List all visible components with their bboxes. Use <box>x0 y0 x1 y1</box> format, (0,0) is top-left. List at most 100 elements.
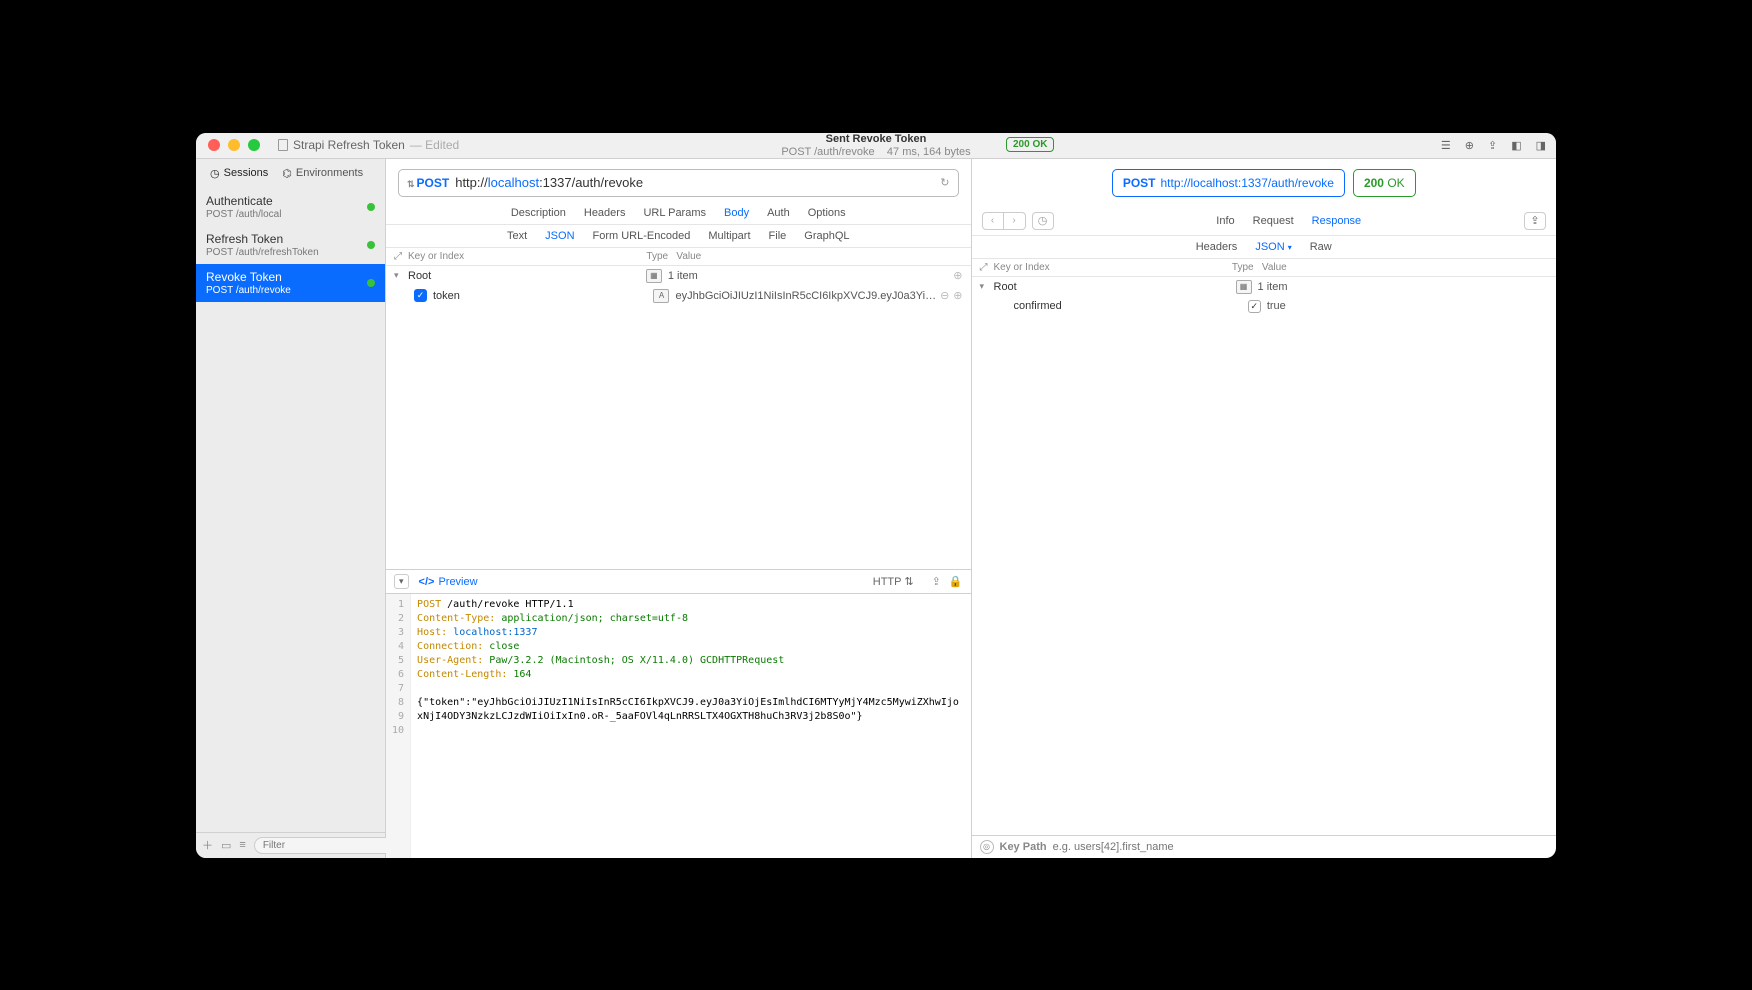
response-view-tabs: Info Request Response <box>1054 215 1525 227</box>
body-empty-area <box>386 306 971 570</box>
remove-row-button[interactable]: ⊖ <box>940 289 949 302</box>
code-content[interactable]: POST /auth/revoke HTTP/1.1Content-Type: … <box>411 594 970 858</box>
subtab-text[interactable]: Text <box>507 230 527 242</box>
http-method[interactable]: POST <box>407 176 449 190</box>
project-title: Strapi Refresh Token — Edited <box>278 138 459 152</box>
lock-icon[interactable]: 🔒 <box>949 575 963 588</box>
preview-mode-dropdown[interactable]: ▾ <box>394 574 409 589</box>
tab-body[interactable]: Body <box>724 207 749 219</box>
project-name: Strapi Refresh Token <box>293 138 405 152</box>
add-group-button[interactable]: ▭ <box>221 839 231 852</box>
history-forward-button[interactable]: › <box>1004 212 1026 230</box>
sessions-tab[interactable]: ◷Sessions <box>210 167 268 180</box>
body-table-header: ⤢ Key or Index Type Value <box>386 248 971 266</box>
request-item-refresh-token[interactable]: Refresh Token POST /auth/refreshToken <box>196 226 385 264</box>
send-request-icon[interactable]: ↻ <box>940 176 949 189</box>
status-badge: 200 OK <box>1006 137 1054 152</box>
clock-icon: ◷ <box>210 167 220 180</box>
url-text: http://localhost:1337/auth/revoke <box>455 175 643 190</box>
sidebar-bottom-bar: ＋ ▭ ≡ <box>196 832 385 858</box>
tab-headers[interactable]: Headers <box>584 207 626 219</box>
filter-input[interactable] <box>254 837 404 854</box>
zoom-window-button[interactable] <box>248 139 260 151</box>
close-window-button[interactable] <box>208 139 220 151</box>
body-root-row[interactable]: ▾ Root ▦ 1 item ⊕ <box>386 266 971 286</box>
add-row-button[interactable]: ⊕ <box>953 289 962 302</box>
disclosure-triangle-icon[interactable]: ▾ <box>394 270 408 281</box>
string-type-icon: A <box>653 289 669 303</box>
subtab-json[interactable]: JSON <box>545 230 574 242</box>
status-dot <box>367 241 375 249</box>
subtab-graphql[interactable]: GraphQL <box>804 230 849 242</box>
content-area: ◷Sessions ⌬Environments Authenticate POS… <box>196 159 1556 858</box>
resp-tab-response[interactable]: Response <box>1312 215 1362 227</box>
export-button[interactable]: ⇪ <box>1524 212 1546 230</box>
chevron-down-icon: ▾ <box>1288 243 1292 252</box>
tab-description[interactable]: Description <box>511 207 566 219</box>
object-type-icon: ▦ <box>1236 280 1252 294</box>
sort-button[interactable]: ≡ <box>239 839 245 851</box>
request-list: Authenticate POST /auth/local Refresh To… <box>196 188 385 832</box>
resp-tab-request[interactable]: Request <box>1253 215 1294 227</box>
resp-tab-info[interactable]: Info <box>1216 215 1234 227</box>
raw-request-preview: 12345678910 POST /auth/revoke HTTP/1.1Co… <box>386 594 971 858</box>
tab-url-params[interactable]: URL Params <box>643 207 706 219</box>
response-url-badge: POST http://localhost:1337/auth/revoke <box>1112 169 1345 197</box>
add-row-button[interactable]: ⊕ <box>953 269 962 282</box>
response-status-pill: 200 OK <box>1353 169 1416 197</box>
share-icon[interactable]: ⇪ <box>1488 139 1497 152</box>
preview-label[interactable]: Preview <box>438 576 477 588</box>
body-token-row[interactable]: ✓ token A eyJhbGciOiJIUzI1NiIsInR5cCI6Ik… <box>386 286 971 306</box>
url-bar[interactable]: POST http://localhost:1337/auth/revoke ↻ <box>398 169 959 197</box>
boolean-type-icon: ✓ <box>1248 300 1261 313</box>
add-request-button[interactable]: ＋ <box>202 837 213 853</box>
resp-subtab-raw[interactable]: Raw <box>1310 241 1332 253</box>
request-item-authenticate[interactable]: Authenticate POST /auth/local <box>196 188 385 226</box>
settings-icon[interactable]: ☰ <box>1441 139 1451 152</box>
disclosure-triangle-icon[interactable]: ▾ <box>980 281 994 292</box>
tab-auth[interactable]: Auth <box>767 207 790 219</box>
minimize-window-button[interactable] <box>228 139 240 151</box>
enabled-checkbox[interactable]: ✓ <box>414 289 427 302</box>
request-tabs: Description Headers URL Params Body Auth… <box>386 207 971 225</box>
target-icon[interactable]: ◎ <box>980 840 994 854</box>
response-root-row[interactable]: ▾ Root ▦ 1 item <box>972 277 1557 297</box>
keypath-bar: ◎ Key Path <box>972 835 1557 858</box>
expand-all-icon[interactable]: ⤢ <box>980 262 994 273</box>
sidebar-tabs: ◷Sessions ⌬Environments <box>196 159 385 188</box>
resp-subtab-json[interactable]: JSON ▾ <box>1255 241 1291 253</box>
layers-icon: ⌬ <box>282 167 292 180</box>
sidebar: ◷Sessions ⌬Environments Authenticate POS… <box>196 159 386 858</box>
line-gutter: 12345678910 <box>386 594 411 858</box>
body-type-tabs: Text JSON Form URL-Encoded Multipart Fil… <box>386 225 971 248</box>
panel-left-icon[interactable]: ◧ <box>1511 139 1521 152</box>
copy-icon[interactable]: ⇪ <box>932 575 941 588</box>
environments-tab[interactable]: ⌬Environments <box>282 167 363 180</box>
document-icon <box>278 139 288 151</box>
response-nav: ‹ › ◷ Info Request Response ⇪ <box>972 207 1557 236</box>
url-bar-row: POST http://localhost:1337/auth/revoke ↻ <box>386 159 971 207</box>
titlebar-status: Sent Revoke Token POST /auth/revoke 47 m… <box>781 133 970 158</box>
http-version-dropdown[interactable]: HTTP ⇅ <box>873 575 914 588</box>
request-pane: POST http://localhost:1337/auth/revoke ↻… <box>386 159 972 858</box>
tab-options[interactable]: Options <box>808 207 846 219</box>
resp-subtab-headers[interactable]: Headers <box>1196 241 1238 253</box>
preview-bar: ▾ </> Preview HTTP ⇅ ⇪ 🔒 <box>386 569 971 594</box>
response-confirmed-row[interactable]: confirmed ✓ true <box>972 297 1557 316</box>
code-icon: </> <box>419 576 435 588</box>
subtab-file[interactable]: File <box>769 230 787 242</box>
subtab-form[interactable]: Form URL-Encoded <box>593 230 691 242</box>
history-clock-button[interactable]: ◷ <box>1032 212 1054 230</box>
keypath-input[interactable] <box>1053 841 1548 853</box>
app-window: Strapi Refresh Token — Edited Sent Revok… <box>196 133 1556 858</box>
request-item-revoke-token[interactable]: Revoke Token POST /auth/revoke <box>196 264 385 302</box>
history-back-button[interactable]: ‹ <box>982 212 1004 230</box>
keypath-label: Key Path <box>1000 841 1047 853</box>
subtab-multipart[interactable]: Multipart <box>708 230 750 242</box>
titlebar: Strapi Refresh Token — Edited Sent Revok… <box>196 133 1556 159</box>
panel-right-icon[interactable]: ◨ <box>1536 139 1546 152</box>
cloud-icon[interactable]: ⊕ <box>1465 139 1474 152</box>
expand-all-icon[interactable]: ⤢ <box>394 251 408 262</box>
response-format-tabs: Headers JSON ▾ Raw <box>972 236 1557 259</box>
object-type-icon: ▦ <box>646 269 662 283</box>
